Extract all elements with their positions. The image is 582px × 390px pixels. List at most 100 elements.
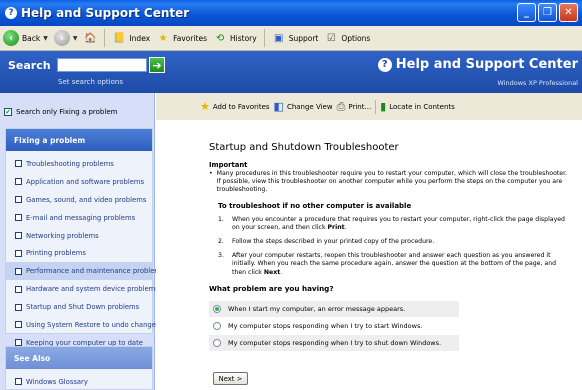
step-text-part: When you encounter a procedure that requ…	[232, 215, 565, 231]
add-favorites-star-icon: ★	[200, 100, 210, 113]
arrow-right-icon: ➔	[152, 58, 162, 72]
support-button[interactable]: ▣ Support	[272, 32, 319, 45]
add-favorites-label: Add to Favorites	[212, 102, 270, 111]
see-also-panel: See Also Windows Glossary	[5, 346, 153, 390]
article-title: Startup and Shutdown Troubleshooter	[209, 142, 399, 153]
help-question-icon: ?	[377, 57, 392, 72]
help-center-heading: ? Help and Support Center	[377, 57, 578, 72]
list-item[interactable]: E-mail and messaging problems	[6, 209, 152, 227]
window-controls: _ ❐ ✕	[517, 3, 578, 22]
fixing-problem-panel: Fixing a problem Troubleshooting problem…	[5, 128, 165, 347]
step-item: 1. When you encounter a procedure that r…	[218, 216, 572, 232]
search-label: Search	[8, 59, 51, 72]
restore-button[interactable]: ❐	[538, 3, 557, 22]
see-also-list: Windows Glossary	[6, 369, 152, 389]
options-icon: ☑	[326, 32, 336, 44]
locate-in-contents-button[interactable]: ▮ Locate in Contents	[380, 100, 455, 113]
search-go-button[interactable]: ➔	[149, 57, 165, 73]
toolbar-separator	[104, 29, 106, 47]
step-text-part: Follow the steps described in your print…	[232, 238, 435, 246]
printer-icon: ⎙	[336, 99, 346, 113]
step-text-end: .	[280, 268, 283, 276]
radio-icon[interactable]	[213, 321, 221, 330]
search-input[interactable]	[57, 58, 147, 72]
options-label: Options	[341, 33, 371, 43]
see-also-item[interactable]: Windows Glossary	[6, 373, 152, 389]
window-title: Help and Support Center	[21, 6, 190, 20]
list-item[interactable]: Startup and Shut Down problems	[6, 298, 152, 316]
radio-selected-icon[interactable]	[213, 304, 221, 313]
support-label: Support	[288, 33, 319, 43]
panel-title: Fixing a problem	[6, 129, 152, 151]
bullet-icon	[15, 249, 22, 257]
important-heading: Important	[209, 161, 248, 169]
bullet-icon	[15, 378, 22, 386]
header-subtitle: Windows XP Professional	[497, 79, 578, 87]
home-icon: 🏠	[84, 32, 97, 44]
back-label: Back	[22, 33, 41, 43]
favorites-label: Favorites	[173, 33, 208, 43]
list-item[interactable]: Application and software problems	[6, 173, 152, 191]
no-other-computer-heading: To troubleshoot if no other computer is …	[218, 201, 412, 210]
history-label: History	[230, 33, 257, 43]
answer-label: When I start my computer, an error messa…	[228, 304, 406, 313]
answer-label: My computer stops responding when I try …	[228, 321, 423, 330]
list-item-label: Using System Restore to undo changes	[26, 320, 160, 329]
list-item[interactable]: Using System Restore to undo changes	[6, 316, 159, 334]
navigation-toolbar: ‹ Back ▼ › ▼ 🏠 📒 Index ★ Favorites ⟲ His…	[0, 26, 582, 51]
checkbox-checked-icon: ✔	[4, 108, 12, 116]
list-item[interactable]: Printing problems	[6, 244, 152, 262]
print-button[interactable]: ⎙ Print...	[337, 100, 372, 114]
article-content: Startup and Shutdown Troubleshooter Impo…	[156, 120, 582, 390]
forward-dropdown-icon[interactable]: ▼	[73, 35, 78, 42]
answer-option[interactable]: When I start my computer, an error messa…	[209, 300, 459, 318]
list-item[interactable]: Games, sound, and video problems	[6, 191, 152, 209]
index-book-icon: 📒	[113, 32, 126, 44]
see-also-label: Windows Glossary	[26, 377, 88, 386]
radio-icon[interactable]	[213, 338, 221, 347]
home-button[interactable]: 🏠	[83, 32, 97, 45]
options-button[interactable]: ☑ Options	[324, 32, 370, 45]
favorites-button[interactable]: ★ Favorites	[156, 32, 207, 45]
forward-button[interactable]: › ▼	[53, 30, 78, 46]
bullet-icon	[15, 321, 22, 329]
next-button[interactable]: Next >	[213, 372, 248, 385]
search-only-fixing-checkbox[interactable]: ✔ Search only Fixing a problem	[4, 108, 117, 116]
bullet-icon	[15, 196, 22, 204]
step-text: When you encounter a procedure that requ…	[232, 216, 572, 232]
list-item-selected[interactable]: Performance and maintenance problems	[6, 262, 165, 281]
step-text: Follow the steps described in your print…	[232, 238, 434, 246]
history-button[interactable]: ⟲ History	[213, 32, 257, 45]
help-center-icon: ?	[5, 7, 17, 19]
change-view-button[interactable]: ◧ Change View	[274, 100, 333, 113]
close-button[interactable]: ✕	[559, 3, 578, 22]
search-options-link[interactable]: Set search options	[58, 78, 123, 86]
search-only-fixing-label: Search only Fixing a problem	[16, 108, 118, 116]
back-button[interactable]: ‹ Back ▼	[3, 30, 48, 46]
minimize-button[interactable]: _	[517, 3, 536, 22]
answer-option[interactable]: My computer stops responding when I try …	[209, 318, 459, 335]
list-item-label: Hardware and system device problems	[26, 285, 159, 294]
list-item-label: Troubleshooting problems	[26, 159, 114, 168]
list-item[interactable]: Troubleshooting problems	[6, 155, 152, 173]
bullet-icon	[15, 267, 22, 275]
step-number: 2.	[218, 238, 224, 246]
locate-book-icon: ▮	[380, 100, 387, 113]
list-item[interactable]: Hardware and system device problems	[6, 280, 159, 298]
change-view-icon: ◧	[273, 100, 284, 113]
bullet-icon	[15, 160, 22, 168]
bullet-icon	[15, 232, 22, 239]
add-to-favorites-button[interactable]: ★ Add to Favorites	[200, 100, 270, 113]
index-button[interactable]: 📒 Index	[112, 32, 150, 45]
list-item-label: Networking problems	[26, 231, 99, 240]
step-text: After your computer restarts, reopen thi…	[232, 252, 572, 277]
answer-label: My computer stops responding when I try …	[228, 338, 442, 347]
favorites-star-icon: ★	[158, 32, 168, 44]
back-dropdown-icon[interactable]: ▼	[43, 35, 48, 42]
answer-options: When I start my computer, an error messa…	[209, 300, 459, 352]
answer-option[interactable]: My computer stops responding when I try …	[209, 334, 459, 352]
bullet-dot-icon: •	[209, 170, 213, 177]
index-label: Index	[129, 33, 151, 43]
list-item-label: Startup and Shut Down problems	[26, 303, 140, 312]
list-item[interactable]: Networking problems	[6, 227, 152, 245]
